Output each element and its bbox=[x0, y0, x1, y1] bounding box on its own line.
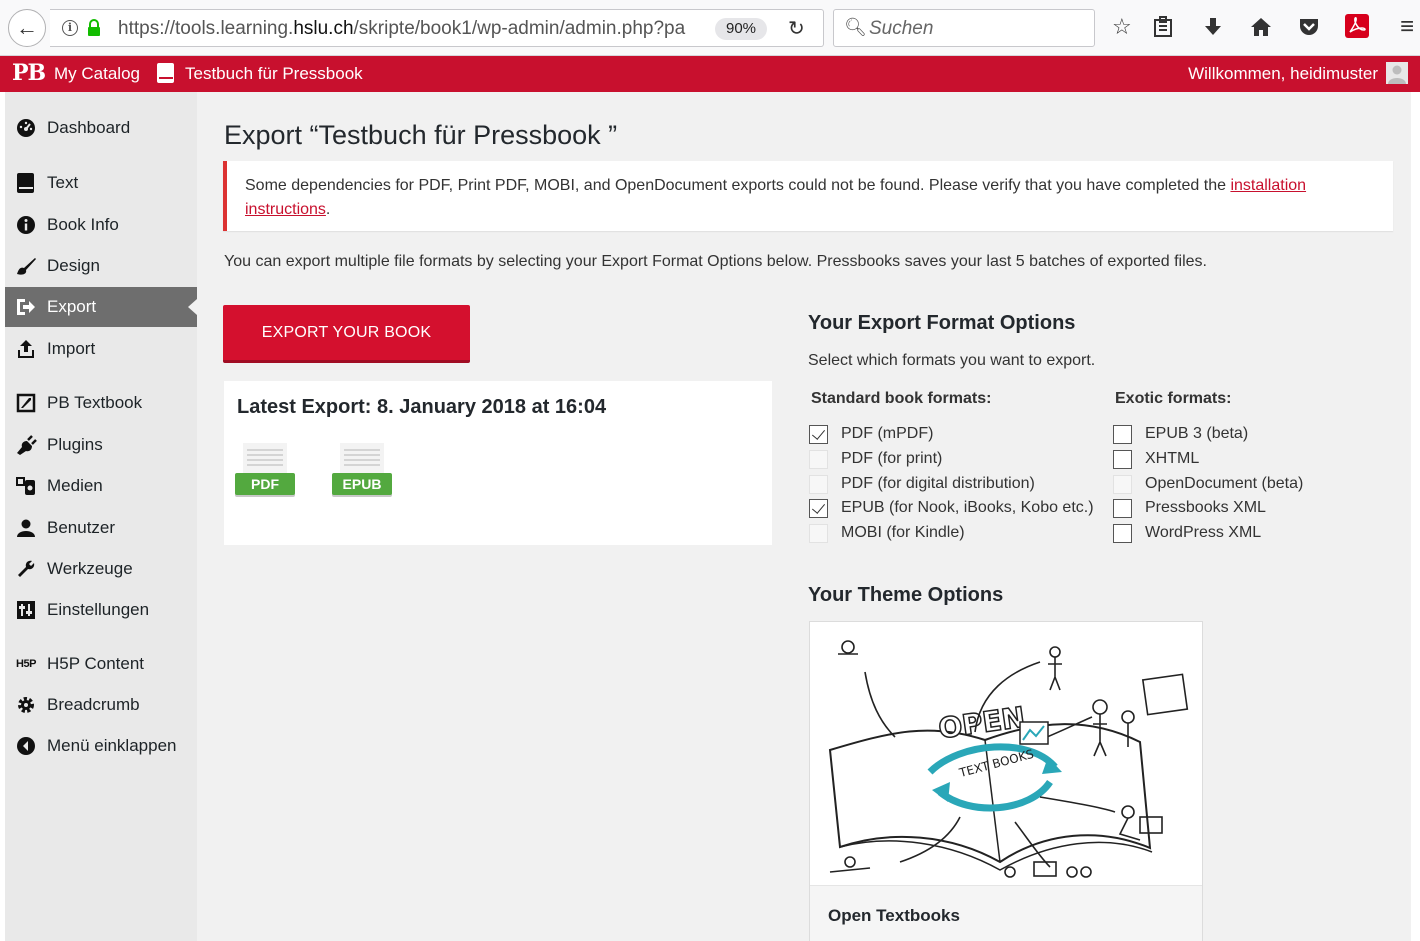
latest-export-panel: Latest Export: 8. January 2018 at 16:04 … bbox=[224, 381, 772, 545]
back-arrow-icon[interactable]: ← bbox=[8, 9, 46, 47]
home-icon[interactable] bbox=[1250, 16, 1272, 38]
theme-options-title: Your Theme Options bbox=[808, 584, 1004, 606]
zoom-level-badge[interactable]: 90% bbox=[715, 18, 767, 40]
checkbox-checked[interactable] bbox=[809, 499, 828, 518]
sidebar-item-h5p-content[interactable]: H5P H5P Content bbox=[5, 644, 197, 684]
reload-icon[interactable]: ↻ bbox=[788, 16, 805, 41]
browser-toolbar: ← i https://tools.learning.hslu.ch/skrip… bbox=[0, 0, 1420, 56]
epub-file-label: EPUB bbox=[332, 473, 392, 495]
url-text[interactable]: https://tools.learning.hslu.ch/skripte/b… bbox=[118, 18, 685, 40]
checkbox-disabled bbox=[1113, 475, 1132, 494]
exotic-formats-heading: Exotic formats: bbox=[1115, 390, 1232, 407]
checkbox-unchecked[interactable] bbox=[1113, 450, 1132, 469]
sidebar-item-text[interactable]: Text bbox=[5, 163, 197, 203]
theme-card-open-textbooks[interactable]: OPEN TEXT BOOKS Open Textbooks bbox=[809, 621, 1203, 941]
welcome-user[interactable]: Willkommen, heidimuster bbox=[1188, 64, 1378, 84]
installation-instructions-link[interactable]: installation bbox=[1230, 177, 1306, 194]
sidebar-item-werkzeuge[interactable]: Werkzeuge bbox=[5, 549, 197, 589]
sidebar-item-plugins[interactable]: Plugins bbox=[5, 425, 197, 465]
browser-search-input[interactable]: 🔍︎ Suchen bbox=[833, 9, 1095, 47]
sidebar-item-dashboard[interactable]: Dashboard bbox=[5, 108, 197, 148]
my-catalog-link[interactable]: My Catalog bbox=[54, 64, 140, 84]
latest-export-title: Latest Export: 8. January 2018 at 16:04 bbox=[237, 396, 607, 418]
checkbox-unchecked[interactable] bbox=[1113, 425, 1132, 444]
checkbox-unchecked[interactable] bbox=[1113, 524, 1132, 543]
download-icon[interactable] bbox=[1202, 16, 1224, 38]
export-icon bbox=[15, 296, 37, 318]
checkbox-checked[interactable] bbox=[809, 425, 828, 444]
export-intro-text: You can export multiple file formats by … bbox=[224, 253, 1207, 270]
page-title: Export “Testbuch für Pressbook ” bbox=[224, 120, 618, 150]
theme-name: Open Textbooks bbox=[828, 906, 960, 925]
bookmark-star-icon[interactable]: ☆ bbox=[1112, 14, 1132, 40]
media-icon bbox=[15, 475, 37, 497]
sidebar-item-design[interactable]: Design bbox=[5, 246, 197, 286]
reading-list-icon[interactable] bbox=[1152, 16, 1174, 38]
checkbox-disabled bbox=[809, 475, 828, 494]
dependency-error-notice: Some dependencies for PDF, Print PDF, MO… bbox=[223, 161, 1393, 231]
pdf-extension-icon[interactable] bbox=[1345, 14, 1369, 38]
sidebar-item-benutzer[interactable]: Benutzer bbox=[5, 508, 197, 548]
sidebar-collapse-menu[interactable]: Menü einklappen bbox=[5, 726, 197, 766]
sidebar-item-breadcrumb[interactable]: Breadcrumb bbox=[5, 685, 197, 725]
theme-preview-image: OPEN TEXT BOOKS bbox=[810, 622, 1202, 885]
settings-sliders-icon bbox=[15, 599, 37, 621]
info-circle-icon bbox=[15, 214, 37, 236]
format-options-subtitle: Select which formats you want to export. bbox=[808, 352, 1096, 369]
info-icon[interactable]: i bbox=[62, 20, 78, 36]
sidebar-item-import[interactable]: Import bbox=[5, 329, 197, 369]
textbook-icon bbox=[15, 392, 37, 414]
installation-instructions-link-continued[interactable]: instructions bbox=[245, 201, 326, 218]
sidebar-item-medien[interactable]: Medien bbox=[5, 466, 197, 506]
pocket-icon[interactable] bbox=[1298, 16, 1320, 38]
main-content: Export “Testbuch für Pressbook ” Some de… bbox=[197, 92, 1411, 941]
gear-icon bbox=[15, 694, 37, 716]
admin-bar: PB My Catalog Testbuch für Pressbook Wil… bbox=[0, 56, 1420, 92]
pressbooks-logo[interactable]: PB bbox=[12, 60, 46, 86]
wrench-icon bbox=[15, 558, 37, 580]
sidebar-item-export[interactable]: Export bbox=[5, 287, 197, 327]
checkbox-disabled bbox=[809, 450, 828, 469]
search-icon: 🔍︎ bbox=[844, 17, 867, 37]
export-your-book-button[interactable]: EXPORT YOUR BOOK bbox=[223, 305, 470, 363]
brush-icon bbox=[15, 255, 37, 277]
checkbox-unchecked[interactable] bbox=[1113, 499, 1132, 518]
checkbox-disabled bbox=[809, 524, 828, 543]
pdf-file-download[interactable]: PDF bbox=[235, 443, 295, 501]
plug-icon bbox=[15, 434, 37, 456]
upload-icon bbox=[15, 338, 37, 360]
lock-icon bbox=[88, 19, 100, 36]
collapse-arrow-icon bbox=[15, 735, 37, 757]
theme-card-footer: Open Textbooks bbox=[810, 885, 1202, 941]
format-options-title: Your Export Format Options bbox=[808, 312, 1076, 334]
sidebar-item-pb-textbook[interactable]: PB Textbook bbox=[5, 383, 197, 423]
pdf-file-label: PDF bbox=[235, 473, 295, 495]
book-icon bbox=[15, 172, 37, 194]
admin-sidebar: Dashboard Text Book Info Design Export I… bbox=[5, 92, 197, 941]
sidebar-item-einstellungen[interactable]: Einstellungen bbox=[5, 590, 197, 630]
user-icon bbox=[15, 517, 37, 539]
book-icon bbox=[157, 63, 174, 83]
standard-formats-heading: Standard book formats: bbox=[811, 390, 992, 407]
book-title-link[interactable]: Testbuch für Pressbook bbox=[185, 64, 363, 84]
url-bar[interactable]: i https://tools.learning.hslu.ch/skripte… bbox=[50, 9, 824, 47]
epub-file-download[interactable]: EPUB bbox=[332, 443, 392, 501]
menu-icon[interactable]: ≡ bbox=[1400, 14, 1414, 40]
h5p-icon: H5P bbox=[16, 658, 36, 670]
dashboard-gauge-icon bbox=[15, 117, 37, 139]
sidebar-item-book-info[interactable]: Book Info bbox=[5, 205, 197, 245]
avatar[interactable] bbox=[1386, 62, 1408, 84]
